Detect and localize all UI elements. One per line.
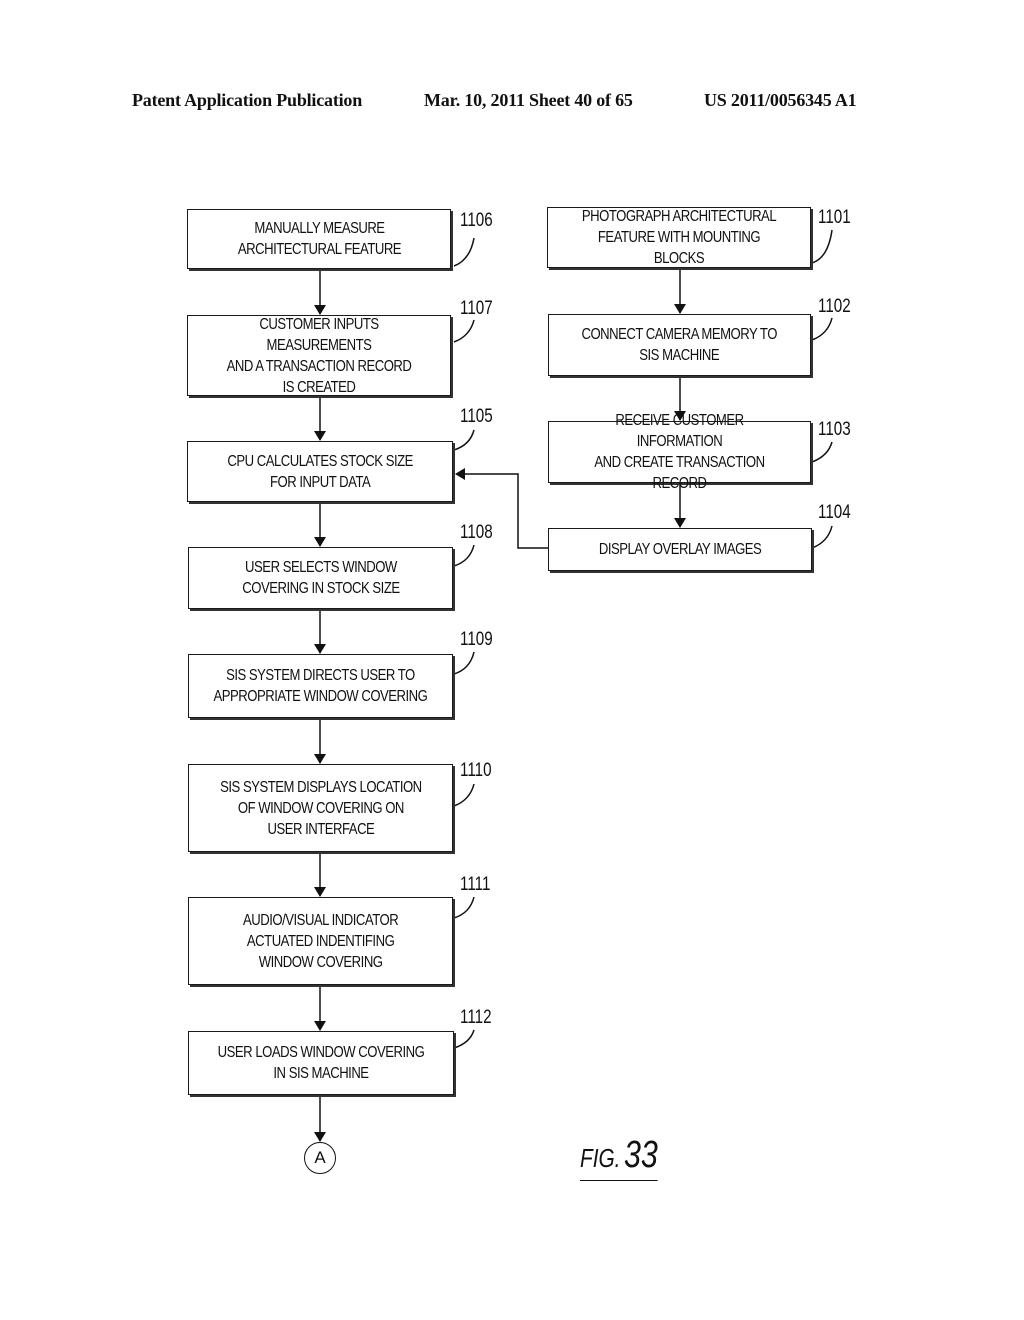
step-1110-ref: 1110: [460, 760, 492, 781]
leader-1108: [453, 544, 475, 567]
step-1107-text: CUSTOMER INPUTS MEASUREMENTS AND A TRANS…: [226, 315, 412, 396]
step-1101-box: PHOTOGRAPH ARCHITECTURAL FEATURE WITH MO…: [547, 207, 811, 268]
figure-prefix: FIG.: [580, 1143, 621, 1173]
step-1102-ref: 1102: [818, 296, 851, 317]
step-1109-ref: 1109: [460, 629, 493, 650]
figure-number: 33: [624, 1134, 658, 1176]
leader-1110: [453, 783, 475, 807]
leader-1105: [453, 429, 475, 451]
step-1110-text: SIS SYSTEM DISPLAYS LOCATION OF WINDOW C…: [219, 778, 422, 838]
step-1104-text: DISPLAY OVERLAY IMAGES: [598, 541, 762, 558]
step-1107-ref: 1107: [460, 298, 493, 319]
leader-1106: [453, 237, 475, 267]
leader-1111: [453, 896, 475, 919]
leader-1101: [811, 229, 833, 264]
step-1106-ref: 1106: [460, 210, 493, 231]
step-1104-ref: 1104: [818, 502, 851, 523]
step-1111-ref: 1111: [460, 874, 491, 895]
step-1106-box: MANUALLY MEASURE ARCHITECTURAL FEATURE: [187, 209, 451, 269]
step-1108-ref: 1108: [460, 522, 493, 543]
step-1111-box: AUDIO/VISUAL INDICATOR ACTUATED INDENTIF…: [188, 897, 453, 985]
step-1105-box: CPU CALCULATES STOCK SIZE FOR INPUT DATA: [187, 441, 453, 502]
figure-label: FIG. 33: [580, 1136, 658, 1181]
step-1109-text: SIS SYSTEM DIRECTS USER TO APPROPRIATE W…: [213, 667, 428, 705]
step-1112-box: USER LOADS WINDOW COVERING IN SIS MACHIN…: [188, 1031, 454, 1095]
step-1106-text: MANUALLY MEASURE ARCHITECTURAL FEATURE: [237, 220, 401, 258]
step-1110-box: SIS SYSTEM DISPLAYS LOCATION OF WINDOW C…: [188, 764, 453, 852]
step-1102-box: CONNECT CAMERA MEMORY TO SIS MACHINE: [548, 314, 811, 376]
connector-label: A: [314, 1148, 326, 1167]
flow-connectors: [314, 229, 833, 1142]
leader-1107: [453, 319, 475, 343]
step-1109-box: SIS SYSTEM DIRECTS USER TO APPROPRIATE W…: [188, 654, 453, 718]
leader-1103: [811, 441, 833, 463]
step-1111-text: AUDIO/VISUAL INDICATOR ACTUATED INDENTIF…: [242, 911, 399, 971]
step-1108-box: USER SELECTS WINDOW COVERING IN STOCK SI…: [188, 547, 453, 609]
step-1101-ref: 1101: [818, 207, 851, 228]
step-1108-text: USER SELECTS WINDOW COVERING IN STOCK SI…: [241, 559, 400, 597]
leader-1112: [453, 1029, 475, 1049]
leader-1109: [453, 651, 475, 675]
offpage-connector-a: A: [304, 1142, 336, 1174]
step-1103-text: RECEIVE CUSTOMER INFORMATION AND CREATE …: [594, 412, 765, 492]
step-1101-text: PHOTOGRAPH ARCHITECTURAL FEATURE WITH MO…: [581, 208, 777, 267]
leader-1102: [811, 317, 833, 341]
step-1105-text: CPU CALCULATES STOCK SIZE FOR INPUT DATA: [227, 452, 413, 491]
step-1105-ref: 1105: [460, 406, 493, 427]
step-1112-text: USER LOADS WINDOW COVERING IN SIS MACHIN…: [217, 1044, 425, 1082]
step-1112-ref: 1112: [460, 1007, 492, 1028]
step-1102-text: CONNECT CAMERA MEMORY TO SIS MACHINE: [581, 326, 778, 364]
step-1107-box: CUSTOMER INPUTS MEASUREMENTS AND A TRANS…: [187, 315, 451, 396]
leader-1104: [811, 525, 833, 549]
step-1103-ref: 1103: [818, 419, 851, 440]
step-1103-box: RECEIVE CUSTOMER INFORMATION AND CREATE …: [548, 412, 811, 492]
step-1104-box: DISPLAY OVERLAY IMAGES: [548, 528, 812, 571]
